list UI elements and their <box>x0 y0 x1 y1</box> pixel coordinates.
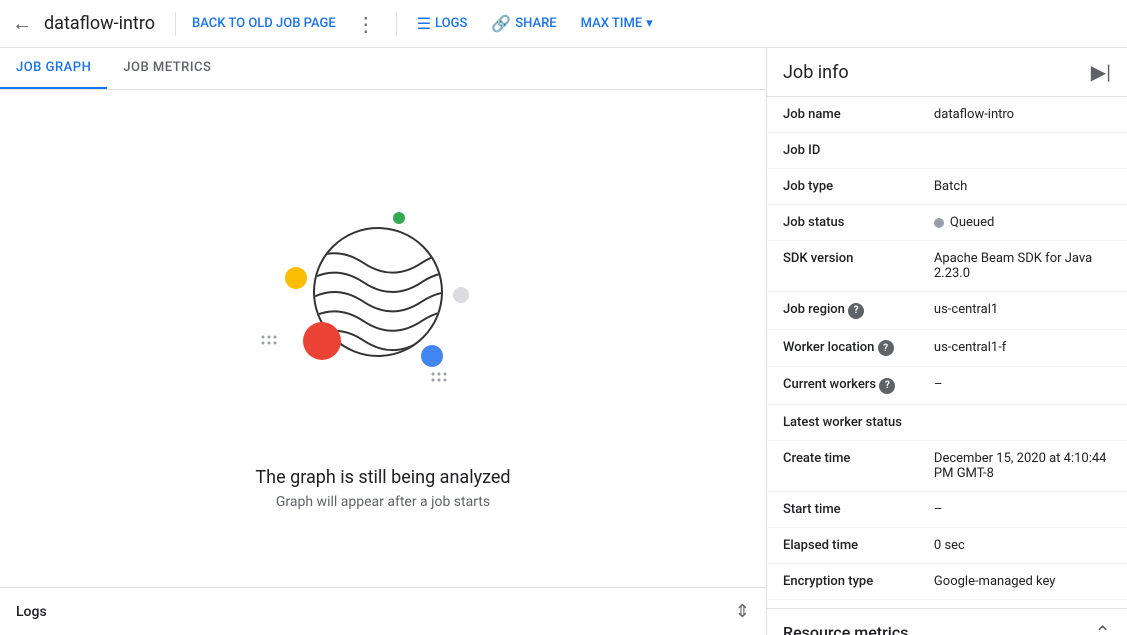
sdk-version-label: SDK version <box>767 241 918 292</box>
resource-metrics-section: Resource metrics ⌃ Current vCPUs ? – <box>767 608 1127 635</box>
tab-job-graph[interactable]: JOB GRAPH <box>0 48 107 89</box>
latest-worker-status-label: Latest worker status <box>767 404 918 440</box>
back-to-old-job-link[interactable]: BACK TO OLD JOB PAGE <box>188 16 340 31</box>
start-time-label: Start time <box>767 491 918 527</box>
table-row: Job type Batch <box>767 169 1127 205</box>
latest-worker-status-value <box>918 404 1127 440</box>
job-type-value: Batch <box>918 169 1127 205</box>
encryption-type-value: Google-managed key <box>918 563 1127 599</box>
help-icon-workers[interactable]: ? <box>879 378 895 394</box>
panel-close-icon[interactable]: ▶| <box>1091 60 1111 84</box>
help-icon-region[interactable]: ? <box>848 303 864 319</box>
encryption-type-label: Encryption type <box>767 563 918 599</box>
current-workers-label: Current workers ? <box>767 367 918 405</box>
share-icon: 🔗 <box>491 14 511 33</box>
logs-icon: ☰ <box>417 14 431 33</box>
tabs-bar: JOB GRAPH JOB METRICS <box>0 48 766 90</box>
dots-pattern-1 <box>261 335 281 355</box>
top-header: ← dataflow-intro BACK TO OLD JOB PAGE ⋮ … <box>0 0 1127 48</box>
job-id-redacted <box>934 143 937 158</box>
graph-area: The graph is still being analyzed Graph … <box>0 90 766 587</box>
job-region-value: us-central1 <box>918 292 1127 330</box>
graph-message-title: The graph is still being analyzed <box>255 467 510 488</box>
job-type-label: Job type <box>767 169 918 205</box>
header-divider-2 <box>396 12 397 36</box>
current-workers-value: – <box>918 367 1127 405</box>
dot-yellow <box>285 267 307 289</box>
tab-job-metrics[interactable]: JOB METRICS <box>107 48 227 89</box>
chevron-down-icon: ▾ <box>646 16 653 31</box>
graph-message: The graph is still being analyzed Graph … <box>255 467 510 510</box>
job-id-label: Job ID <box>767 133 918 169</box>
main-layout: JOB GRAPH JOB METRICS <box>0 48 1127 635</box>
table-row: Elapsed time 0 sec <box>767 527 1127 563</box>
more-icon[interactable]: ⋮ <box>348 8 384 40</box>
job-info-title: Job info <box>783 62 849 83</box>
resource-metrics-title: Resource metrics <box>783 623 908 635</box>
worker-location-value: us-central1-f <box>918 329 1127 367</box>
graph-message-sub: Graph will appear after a job starts <box>255 494 510 510</box>
dot-red <box>303 322 341 360</box>
sdk-version-value: Apache Beam SDK for Java 2.23.0 <box>918 241 1127 292</box>
table-row: Latest worker status <box>767 404 1127 440</box>
back-icon[interactable]: ← <box>8 7 36 40</box>
job-name-label: Job name <box>767 97 918 133</box>
dot-blue <box>421 345 443 367</box>
job-name-value: dataflow-intro <box>918 97 1127 133</box>
job-region-label: Job region ? <box>767 292 918 330</box>
status-badge: Queued <box>934 215 1111 230</box>
job-info-table: Job name dataflow-intro Job ID Job type … <box>767 97 1127 600</box>
table-row: Job ID <box>767 133 1127 169</box>
table-row: Worker location ? us-central1-f <box>767 329 1127 367</box>
table-row: Create time December 15, 2020 at 4:10:44… <box>767 440 1127 491</box>
table-row: Job name dataflow-intro <box>767 97 1127 133</box>
dot-green <box>393 212 405 224</box>
table-row: Job status Queued <box>767 205 1127 241</box>
logs-button[interactable]: ☰ LOGS <box>409 14 476 33</box>
elapsed-time-value: 0 sec <box>918 527 1127 563</box>
job-status-label: Job status <box>767 205 918 241</box>
status-dot <box>934 218 944 228</box>
help-icon-worker-loc[interactable]: ? <box>878 340 894 356</box>
job-status-value: Queued <box>918 205 1127 241</box>
table-row: Start time – <box>767 491 1127 527</box>
table-row: Current workers ? – <box>767 367 1127 405</box>
table-row: Job region ? us-central1 <box>767 292 1127 330</box>
create-time-value: December 15, 2020 at 4:10:44 PM GMT-8 <box>918 440 1127 491</box>
graph-illustration <box>233 167 533 447</box>
start-time-value: – <box>918 491 1127 527</box>
logs-expand-icon[interactable]: ⇕ <box>735 601 750 622</box>
table-row: SDK version Apache Beam SDK for Java 2.2… <box>767 241 1127 292</box>
header-divider-1 <box>175 12 176 36</box>
job-id-value <box>918 133 1127 169</box>
logs-label: Logs <box>16 604 47 620</box>
resource-metrics-header[interactable]: Resource metrics ⌃ <box>767 609 1127 635</box>
right-panel-header: Job info ▶| <box>767 48 1127 97</box>
page-title: dataflow-intro <box>44 13 155 34</box>
share-button[interactable]: 🔗 SHARE <box>483 14 564 33</box>
worker-location-label: Worker location ? <box>767 329 918 367</box>
resource-metrics-toggle-icon[interactable]: ⌃ <box>1094 621 1111 635</box>
right-panel: Job info ▶| Job name dataflow-intro Job … <box>767 48 1127 635</box>
dot-gray <box>453 287 469 303</box>
elapsed-time-label: Elapsed time <box>767 527 918 563</box>
logs-bar: Logs ⇕ <box>0 587 766 635</box>
table-row: Encryption type Google-managed key <box>767 563 1127 599</box>
create-time-label: Create time <box>767 440 918 491</box>
max-time-button[interactable]: MAX TIME ▾ <box>573 16 661 31</box>
left-panel: JOB GRAPH JOB METRICS <box>0 48 767 635</box>
dots-pattern-2 <box>431 372 451 392</box>
